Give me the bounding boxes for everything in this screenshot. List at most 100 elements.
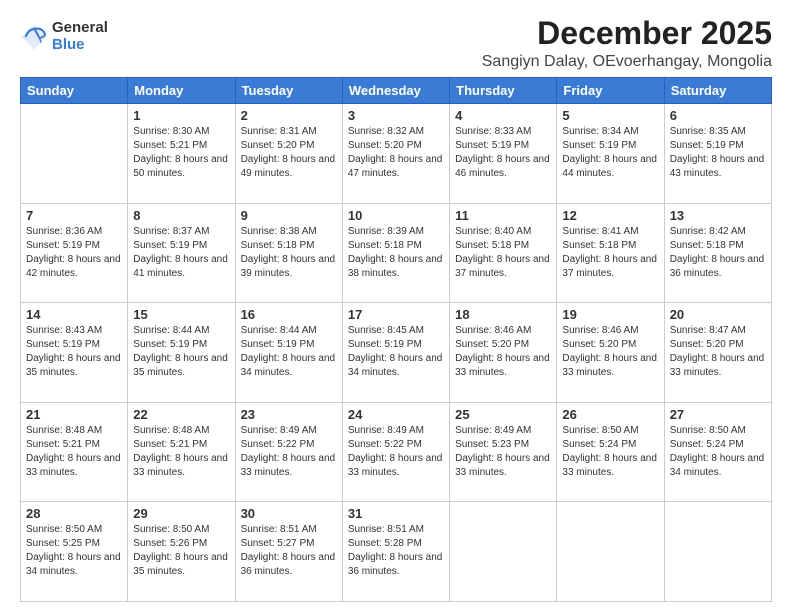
cell-info: Sunrise: 8:37 AMSunset: 5:19 PMDaylight:… — [133, 225, 229, 281]
calendar-cell: 31 Sunrise: 8:51 AMSunset: 5:28 PMDayligh… — [342, 502, 449, 602]
calendar-cell: 25Sunrise: 8:49 AMSunset: 5:23 PMDayligh… — [450, 402, 557, 502]
date-number: 14 — [26, 307, 122, 322]
calendar-cell: 26 Sunrise: 8:50 AMSunset: 5:24 PMDayligh… — [557, 402, 664, 502]
day-header-sunday: Sunday — [21, 78, 128, 104]
calendar-cell — [664, 502, 771, 602]
cell-info: Sunrise: 8:40 AMSunset: 5:18 PMDaylight:… — [455, 225, 551, 281]
logo-icon — [20, 23, 48, 51]
day-header-saturday: Saturday — [664, 78, 771, 104]
date-number: 5 — [562, 108, 658, 123]
day-header-wednesday: Wednesday — [342, 78, 449, 104]
calendar-cell: 3Sunrise: 8:32 AMSunset: 5:20 PMDaylight… — [342, 104, 449, 204]
date-number: 30 — [241, 506, 337, 521]
cell-info: Sunrise: 8:31 AMSunset: 5:20 PMDaylight:… — [241, 125, 337, 181]
date-number: 24 — [348, 407, 444, 422]
date-number: 15 — [133, 307, 229, 322]
calendar-cell: 22Sunrise: 8:48 AMSunset: 5:21 PMDayligh… — [128, 402, 235, 502]
date-number: 17 — [348, 307, 444, 322]
calendar-cell: 4 Sunrise: 8:33 AMSunset: 5:19 PMDaylight… — [450, 104, 557, 204]
logo: General Blue — [20, 20, 108, 53]
calendar-cell: 30Sunrise: 8:51 AMSunset: 5:27 PMDayligh… — [235, 502, 342, 602]
calendar-cell: 9Sunrise: 8:38 AMSunset: 5:18 PMDaylight… — [235, 203, 342, 303]
cell-info: Sunrise: 8:50 AMSunset: 5:24 PMDaylight:… — [562, 424, 658, 480]
cell-info: Sunrise: 8:49 AMSunset: 5:22 PMDaylight:… — [241, 424, 337, 480]
cell-info: Sunrise: 8:34 AMSunset: 5:19 PMDaylight:… — [562, 125, 658, 181]
cell-info: Sunrise: 8:46 AMSunset: 5:20 PMDaylight:… — [562, 324, 658, 380]
cell-info: Sunrise: 8:33 AMSunset: 5:19 PMDaylight:… — [455, 125, 551, 181]
main-title: December 2025 — [482, 16, 772, 51]
logo-general: General — [52, 20, 108, 37]
date-number: 7 — [26, 208, 122, 223]
cell-info: Sunrise: 8:50 AMSunset: 5:25 PMDaylight:… — [26, 523, 122, 579]
cell-info: Sunrise: 8:43 AMSunset: 5:19 PMDaylight:… — [26, 324, 122, 380]
date-number: 23 — [241, 407, 337, 422]
cell-info: Sunrise: 8:32 AMSunset: 5:20 PMDaylight:… — [348, 125, 444, 181]
date-number: 6 — [670, 108, 766, 123]
date-number: 4 — [455, 108, 551, 123]
day-header-monday: Monday — [128, 78, 235, 104]
day-header-friday: Friday — [557, 78, 664, 104]
calendar-cell: 28 Sunrise: 8:50 AMSunset: 5:25 PMDayligh… — [21, 502, 128, 602]
calendar-cell: 27 Sunrise: 8:50 AMSunset: 5:24 PMDayligh… — [664, 402, 771, 502]
day-header-thursday: Thursday — [450, 78, 557, 104]
cell-info: Sunrise: 8:39 AMSunset: 5:18 PMDaylight:… — [348, 225, 444, 281]
calendar-table: SundayMondayTuesdayWednesdayThursdayFrid… — [20, 77, 772, 602]
date-number: 28 — [26, 506, 122, 521]
date-number: 10 — [348, 208, 444, 223]
cell-info: Sunrise: 8:51 AMSunset: 5:28 PMDaylight:… — [348, 523, 444, 579]
calendar-cell: 10 Sunrise: 8:39 AMSunset: 5:18 PMDayligh… — [342, 203, 449, 303]
cell-info: Sunrise: 8:50 AMSunset: 5:24 PMDaylight:… — [670, 424, 766, 480]
calendar-cell: 15 Sunrise: 8:44 AMSunset: 5:19 PMDayligh… — [128, 303, 235, 403]
calendar-cell: 14 Sunrise: 8:43 AMSunset: 5:19 PMDayligh… — [21, 303, 128, 403]
cell-info: Sunrise: 8:42 AMSunset: 5:18 PMDaylight:… — [670, 225, 766, 281]
cell-info: Sunrise: 8:50 AMSunset: 5:26 PMDaylight:… — [133, 523, 229, 579]
calendar-cell: 24 Sunrise: 8:49 AMSunset: 5:22 PMDayligh… — [342, 402, 449, 502]
calendar-cell: 8 Sunrise: 8:37 AMSunset: 5:19 PMDaylight… — [128, 203, 235, 303]
cell-info: Sunrise: 8:36 AMSunset: 5:19 PMDaylight:… — [26, 225, 122, 281]
date-number: 12 — [562, 208, 658, 223]
cell-info: Sunrise: 8:44 AMSunset: 5:19 PMDaylight:… — [133, 324, 229, 380]
date-number: 1 — [133, 108, 229, 123]
date-number: 2 — [241, 108, 337, 123]
calendar-cell: 2 Sunrise: 8:31 AMSunset: 5:20 PMDaylight… — [235, 104, 342, 204]
date-number: 16 — [241, 307, 337, 322]
calendar-cell: 5 Sunrise: 8:34 AMSunset: 5:19 PMDaylight… — [557, 104, 664, 204]
calendar-cell: 11 Sunrise: 8:40 AMSunset: 5:18 PMDayligh… — [450, 203, 557, 303]
date-number: 11 — [455, 208, 551, 223]
calendar-cell: 19 Sunrise: 8:46 AMSunset: 5:20 PMDayligh… — [557, 303, 664, 403]
calendar-cell — [557, 502, 664, 602]
date-number: 13 — [670, 208, 766, 223]
date-number: 9 — [241, 208, 337, 223]
calendar-cell: 7 Sunrise: 8:36 AMSunset: 5:19 PMDaylight… — [21, 203, 128, 303]
calendar-cell: 23 Sunrise: 8:49 AMSunset: 5:22 PMDayligh… — [235, 402, 342, 502]
calendar-cell: 21Sunrise: 8:48 AMSunset: 5:21 PMDayligh… — [21, 402, 128, 502]
calendar-cell: 16 Sunrise: 8:44 AMSunset: 5:19 PMDayligh… — [235, 303, 342, 403]
calendar-cell: 18Sunrise: 8:46 AMSunset: 5:20 PMDayligh… — [450, 303, 557, 403]
week-row-4: 21Sunrise: 8:48 AMSunset: 5:21 PMDayligh… — [21, 402, 772, 502]
header: General Blue December 2025 Sangiyn Dalay… — [20, 16, 772, 71]
logo-text: General Blue — [52, 20, 108, 53]
date-number: 26 — [562, 407, 658, 422]
date-number: 27 — [670, 407, 766, 422]
cell-info: Sunrise: 8:30 AMSunset: 5:21 PMDaylight:… — [133, 125, 229, 181]
cell-info: Sunrise: 8:45 AMSunset: 5:19 PMDaylight:… — [348, 324, 444, 380]
date-number: 31 — [348, 506, 444, 521]
cell-info: Sunrise: 8:46 AMSunset: 5:20 PMDaylight:… — [455, 324, 551, 380]
week-row-1: 1 Sunrise: 8:30 AMSunset: 5:21 PMDaylight… — [21, 104, 772, 204]
page: General Blue December 2025 Sangiyn Dalay… — [0, 0, 792, 612]
date-number: 19 — [562, 307, 658, 322]
date-number: 25 — [455, 407, 551, 422]
cell-info: Sunrise: 8:49 AMSunset: 5:22 PMDaylight:… — [348, 424, 444, 480]
calendar-cell — [450, 502, 557, 602]
week-row-3: 14 Sunrise: 8:43 AMSunset: 5:19 PMDayligh… — [21, 303, 772, 403]
week-row-5: 28 Sunrise: 8:50 AMSunset: 5:25 PMDayligh… — [21, 502, 772, 602]
calendar-cell: 1 Sunrise: 8:30 AMSunset: 5:21 PMDaylight… — [128, 104, 235, 204]
calendar-cell: 6Sunrise: 8:35 AMSunset: 5:19 PMDaylight… — [664, 104, 771, 204]
calendar-cell: 29 Sunrise: 8:50 AMSunset: 5:26 PMDayligh… — [128, 502, 235, 602]
date-number: 21 — [26, 407, 122, 422]
date-number: 8 — [133, 208, 229, 223]
cell-info: Sunrise: 8:44 AMSunset: 5:19 PMDaylight:… — [241, 324, 337, 380]
cell-info: Sunrise: 8:47 AMSunset: 5:20 PMDaylight:… — [670, 324, 766, 380]
date-number: 29 — [133, 506, 229, 521]
day-header-tuesday: Tuesday — [235, 78, 342, 104]
